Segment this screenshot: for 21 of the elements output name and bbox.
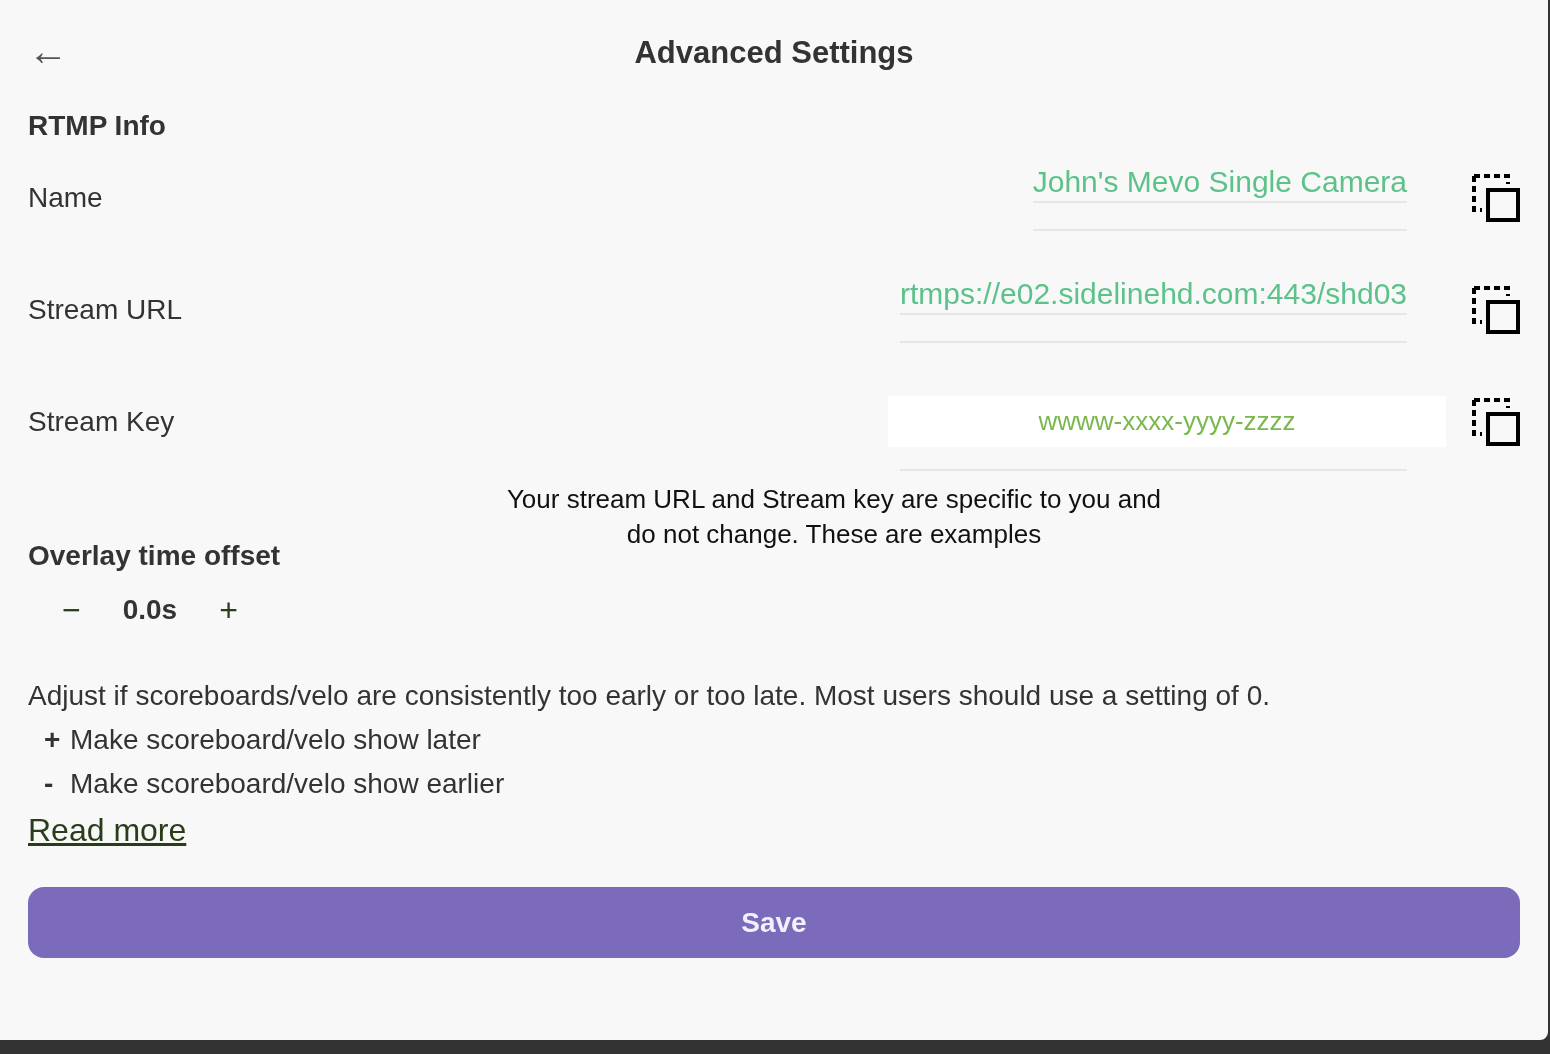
copy-icon[interactable]	[1472, 286, 1520, 334]
copy-icon[interactable]	[1472, 174, 1520, 222]
field-label: Stream Key	[28, 406, 176, 438]
offset-value: 0.0s	[122, 594, 178, 626]
read-more-link[interactable]: Read more	[28, 812, 187, 849]
sign: +	[44, 724, 62, 756]
section-title: Overlay time offset	[28, 540, 281, 571]
note-text: Make scoreboard/velo show later	[70, 724, 481, 756]
increment-button[interactable]: +	[215, 591, 242, 629]
page-title: Advanced Settings	[634, 35, 914, 70]
sign: -	[44, 768, 55, 800]
back-button[interactable]: ←	[28, 31, 68, 71]
hint-text: Your stream URL and Stream key are specific to you and do not change. These are examples	[505, 483, 1163, 551]
description: Adjust if scoreboards/velo are consistently too early or too late. Most users should use a setting of 0.	[28, 680, 1271, 712]
section-title: RTMP Info	[28, 110, 167, 142]
save-button[interactable]: Save	[28, 887, 1520, 958]
note-text: Make scoreboard/velo show earlier	[70, 768, 505, 800]
field-label: Stream URL	[28, 294, 184, 326]
field-label: Name	[28, 182, 104, 214]
copy-icon[interactable]	[1472, 398, 1520, 446]
decrement-button[interactable]: −	[58, 591, 85, 629]
